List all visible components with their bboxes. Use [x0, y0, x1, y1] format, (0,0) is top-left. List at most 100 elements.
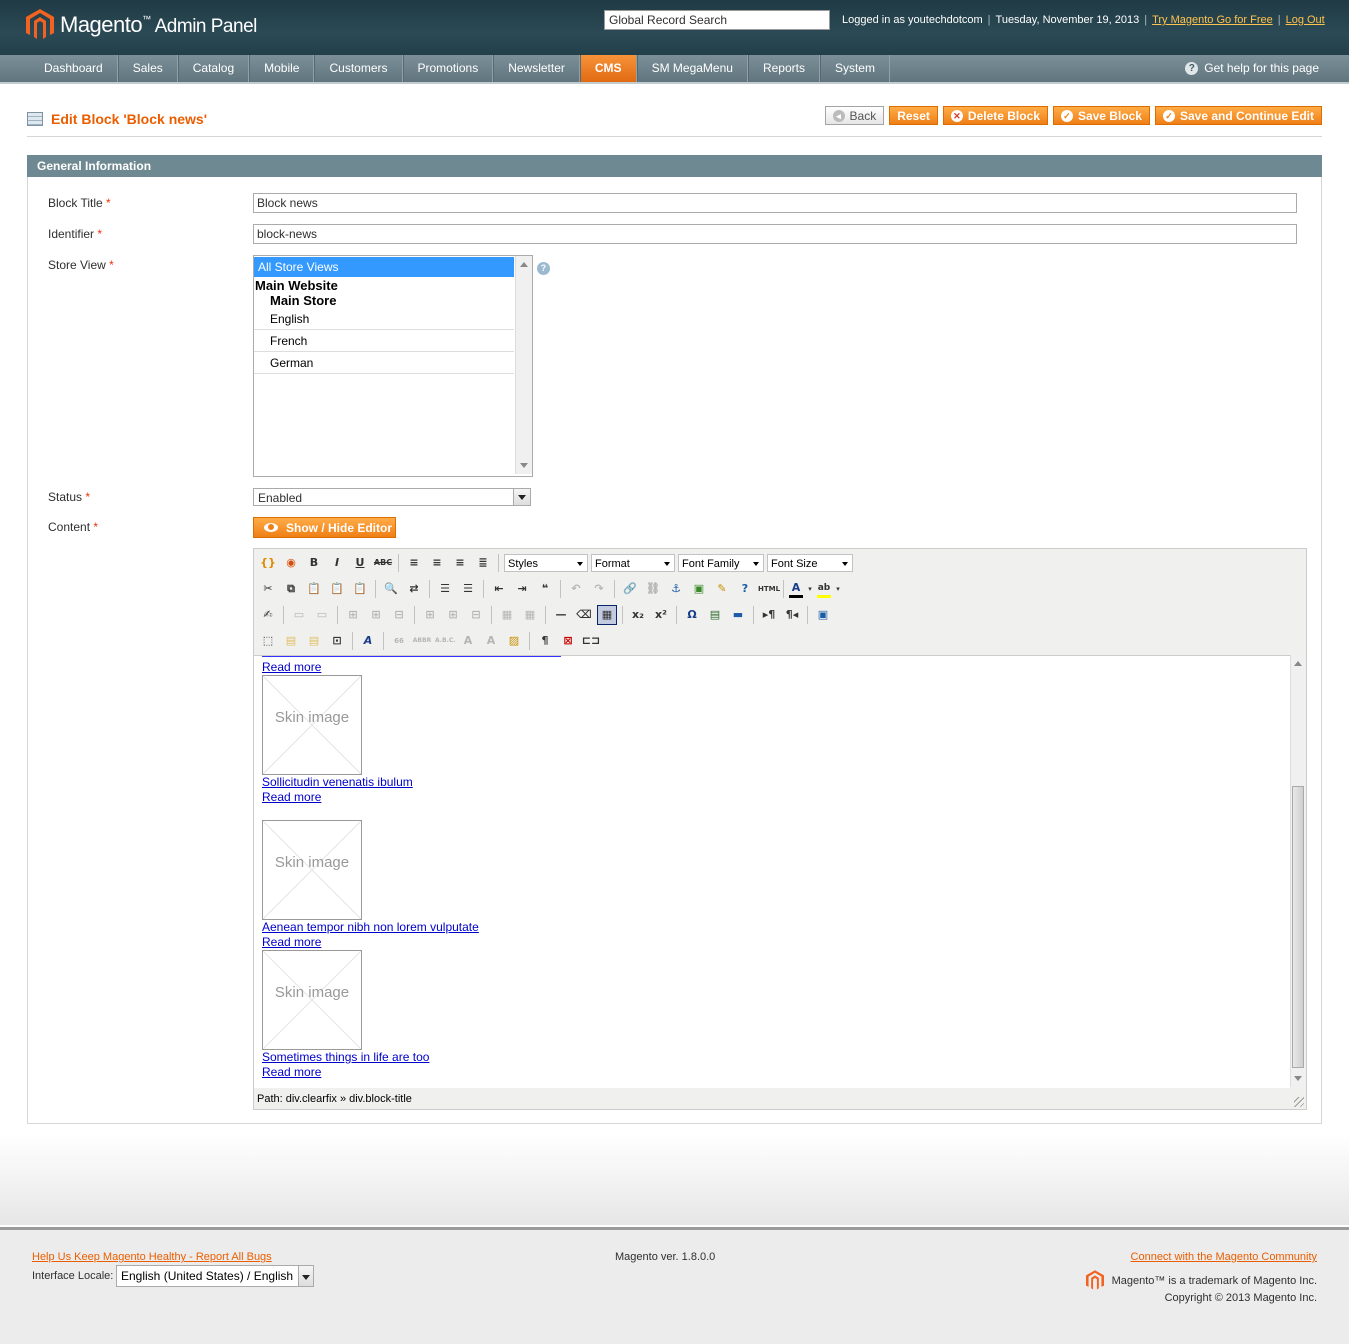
cite-icon[interactable]: 66: [389, 631, 409, 651]
back-button[interactable]: ◂ Back: [824, 106, 885, 125]
insert-variable-icon[interactable]: {}: [258, 553, 278, 573]
logo-title[interactable]: Magento™ Admin Panel: [60, 12, 257, 38]
styles-dropdown[interactable]: Styles: [504, 554, 588, 572]
cut-icon[interactable]: ✂: [258, 579, 278, 599]
store-view-option-german[interactable]: German: [254, 353, 514, 374]
help-link[interactable]: ? Get help for this page: [1185, 61, 1319, 75]
magento-logo-icon[interactable]: [26, 9, 54, 41]
non-breaking-icon[interactable]: ⊠: [558, 631, 578, 651]
paste-icon[interactable]: 📋: [304, 579, 324, 599]
align-center-icon[interactable]: ≡: [427, 553, 447, 573]
nav-dashboard[interactable]: Dashboard: [28, 55, 118, 82]
store-view-option-all[interactable]: All Store Views: [254, 257, 514, 277]
status-select[interactable]: Enabled: [253, 488, 531, 506]
paste-text-icon[interactable]: 📋: [327, 579, 347, 599]
nav-catalog[interactable]: Catalog: [177, 55, 250, 82]
format-dropdown[interactable]: Format: [591, 554, 675, 572]
paste-word-icon[interactable]: 📋: [350, 579, 370, 599]
store-view-multiselect[interactable]: All Store Views Main Website Main Store …: [253, 255, 533, 477]
store-view-help-icon[interactable]: ?: [537, 262, 550, 275]
indent-icon[interactable]: ⇥: [512, 579, 532, 599]
nav-cms[interactable]: CMS: [579, 55, 637, 82]
read-more-link[interactable]: Read more: [262, 660, 321, 674]
acronym-icon[interactable]: A.B.C.: [435, 631, 456, 651]
global-search-input[interactable]: Global Record Search: [604, 10, 830, 30]
chevron-down-icon[interactable]: ▾: [806, 579, 814, 599]
show-hide-editor-button[interactable]: Show / Hide Editor: [253, 517, 396, 538]
font-size-dropdown[interactable]: Font Size: [767, 554, 853, 572]
merge-cells-icon[interactable]: ▦: [520, 605, 540, 625]
outdent-icon[interactable]: ⇤: [489, 579, 509, 599]
italic-icon[interactable]: I: [327, 553, 347, 573]
row-props-icon[interactable]: ▭: [289, 605, 309, 625]
store-view-option-french[interactable]: French: [254, 331, 514, 352]
scroll-down-icon[interactable]: [520, 463, 528, 468]
blockquote-icon[interactable]: ❝: [535, 579, 555, 599]
move-forward-icon[interactable]: ▤: [281, 631, 301, 651]
undo-icon[interactable]: ↶: [566, 579, 586, 599]
delete-row-icon[interactable]: ⊟: [389, 605, 409, 625]
numbered-list-icon[interactable]: ☰: [458, 579, 478, 599]
scroll-up-icon[interactable]: [1294, 661, 1302, 666]
scroll-down-icon[interactable]: [1294, 1076, 1302, 1081]
del-icon[interactable]: A: [458, 631, 478, 651]
nav-newsletter[interactable]: Newsletter: [493, 55, 580, 82]
skin-image-placeholder[interactable]: Skin image: [262, 950, 362, 1050]
absolute-icon[interactable]: ⊡: [327, 631, 347, 651]
chevron-down-icon[interactable]: ▾: [834, 579, 842, 599]
replace-icon[interactable]: ⇄: [404, 579, 424, 599]
text-color-icon[interactable]: A: [789, 581, 803, 598]
insert-layer-icon[interactable]: ⬚: [258, 631, 278, 651]
insert-widget-icon[interactable]: ◉: [281, 553, 301, 573]
page-break-icon[interactable]: ⊏⊐: [581, 631, 601, 651]
html-source-icon[interactable]: HTML: [758, 579, 780, 599]
nav-system[interactable]: System: [819, 55, 890, 82]
insert-row-after-icon[interactable]: ⊞: [366, 605, 386, 625]
nav-reports[interactable]: Reports: [747, 55, 820, 82]
styleprops-icon[interactable]: A: [358, 631, 378, 651]
store-view-option-english[interactable]: English: [254, 309, 514, 330]
bold-icon[interactable]: B: [304, 553, 324, 573]
report-bugs-link[interactable]: Help Us Keep Magento Healthy - Report Al…: [32, 1251, 272, 1263]
nav-sales[interactable]: Sales: [117, 55, 178, 82]
subscript-icon[interactable]: x₂: [628, 605, 648, 625]
special-char-icon[interactable]: Ω: [682, 605, 702, 625]
bullet-list-icon[interactable]: ☰: [435, 579, 455, 599]
identifier-input[interactable]: block-news: [253, 224, 1297, 244]
news-item-link[interactable]: Sollicitudin venenatis ibulum: [262, 775, 413, 789]
abbr-icon[interactable]: ABBR: [412, 631, 432, 651]
delete-col-icon[interactable]: ⊟: [466, 605, 486, 625]
media-icon[interactable]: ▤: [705, 605, 725, 625]
attribs-icon[interactable]: ▨: [504, 631, 524, 651]
save-continue-button[interactable]: ✓ Save and Continue Edit: [1154, 106, 1322, 125]
strikethrough-icon[interactable]: ABC: [373, 553, 393, 573]
cell-props-icon[interactable]: ▭: [312, 605, 332, 625]
edit-icon[interactable]: ✍: [258, 605, 278, 625]
save-block-button[interactable]: ✓ Save Block: [1052, 106, 1150, 125]
locale-select[interactable]: English (United States) / English: [116, 1265, 314, 1287]
split-cells-icon[interactable]: ▦: [497, 605, 517, 625]
advhr-icon[interactable]: ▬: [728, 605, 748, 625]
insert-col-before-icon[interactable]: ⊞: [420, 605, 440, 625]
skin-image-placeholder[interactable]: Skin image: [262, 675, 362, 775]
scroll-up-icon[interactable]: [520, 262, 528, 267]
help-circle-icon[interactable]: ?: [735, 579, 755, 599]
news-item-link[interactable]: Sometimes things in life are too: [262, 1050, 429, 1064]
anchor-icon[interactable]: ⚓: [666, 579, 686, 599]
rtl-icon[interactable]: ¶◂: [782, 605, 802, 625]
align-left-icon[interactable]: ≡: [404, 553, 424, 573]
news-item-link[interactable]: Aenean tempor nibh non lorem vulputate: [262, 920, 479, 934]
read-more-link[interactable]: Read more: [262, 790, 321, 804]
read-more-link[interactable]: Read more: [262, 1065, 321, 1079]
horizontal-rule-icon[interactable]: —: [551, 605, 571, 625]
insert-col-after-icon[interactable]: ⊞: [443, 605, 463, 625]
ltr-icon[interactable]: ▸¶: [759, 605, 779, 625]
try-magento-go-link[interactable]: Try Magento Go for Free: [1152, 14, 1273, 26]
copy-icon[interactable]: ⧉: [281, 579, 301, 599]
community-link[interactable]: Connect with the Magento Community: [1131, 1251, 1317, 1263]
resize-handle-icon[interactable]: [1294, 1097, 1304, 1107]
link-icon[interactable]: 🔗: [620, 579, 640, 599]
logout-link[interactable]: Log Out: [1286, 14, 1325, 26]
block-title-input[interactable]: Block news: [253, 193, 1297, 213]
redo-icon[interactable]: ↷: [589, 579, 609, 599]
